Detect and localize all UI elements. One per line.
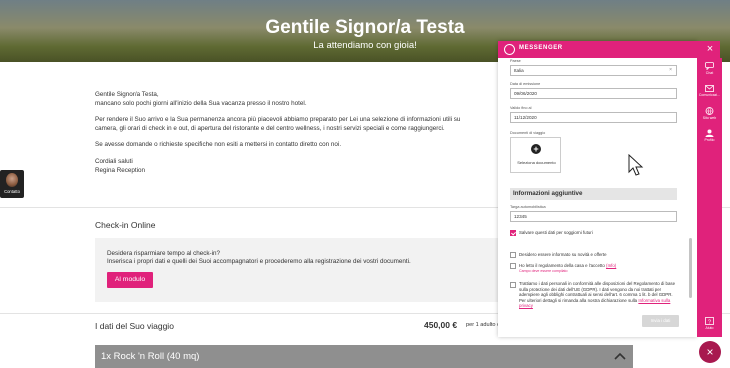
room-label: 1x Rock 'n Roll (40 mq) <box>101 351 200 362</box>
trip-per-person: per 1 adulto d <box>466 322 501 328</box>
gdpr-text: Trattiamo i dati personali in conformità… <box>519 281 679 309</box>
scrollbar[interactable] <box>689 238 692 298</box>
checkin-instruction: Inserisca i propri dati e quelli dei Suo… <box>107 258 411 265</box>
avatar-name: Contatto <box>4 189 20 194</box>
checkin-question: Desidera risparmiare tempo al check-in? <box>107 250 221 257</box>
checkin-form: Paese Italia × Data di emissione 09/06/2… <box>498 58 697 337</box>
mouse-cursor-icon <box>628 154 644 176</box>
messenger-panel: MESSENGER × Paese Italia × Data di emiss… <box>498 41 720 337</box>
save-data-label: Salvare questi dati per soggiorni futuri <box>519 230 593 235</box>
rail-label: Sito web <box>702 116 717 120</box>
country-value: Italia <box>514 68 524 73</box>
contact-avatar[interactable]: Contatto <box>0 170 24 198</box>
room-accordion[interactable]: 1x Rock 'n Roll (40 mq) <box>95 345 633 368</box>
rail-item-help[interactable]: ? Aiuto <box>697 317 722 330</box>
clear-icon[interactable]: × <box>669 66 672 75</box>
house-rules-label: Ho letto il regolamento della casa e l'a… <box>519 263 605 268</box>
issue-date-field[interactable]: 09/06/2020 <box>510 88 677 99</box>
profile-icon <box>705 129 714 137</box>
close-icon[interactable]: × <box>704 43 716 55</box>
rail-label: Comunicazi... <box>698 93 721 97</box>
rail-item-website[interactable]: Sito web <box>697 107 722 120</box>
documents-label: Documenti di viaggio <box>510 131 546 135</box>
plate-label: Targa automobilistica <box>510 205 546 209</box>
valid-until-field[interactable]: 11/12/2020 <box>510 112 677 123</box>
house-rules-info-link[interactable]: (Info) <box>606 263 616 268</box>
rail-item-profile[interactable]: Profilo <box>697 129 722 142</box>
save-data-checkbox[interactable] <box>510 230 516 236</box>
send-data-button[interactable]: Invia i dati <box>642 315 679 327</box>
house-rules-checkbox[interactable] <box>510 263 516 269</box>
letter-signature: Regina Reception <box>95 166 146 174</box>
chevron-up-icon <box>614 352 626 360</box>
rail-label: Chat <box>705 71 714 75</box>
gdpr-checkbox[interactable] <box>510 282 516 288</box>
hero-title: Gentile Signor/a Testa <box>265 17 465 38</box>
newsletter-label: Desidero essere informato su novità e of… <box>519 252 607 257</box>
required-error: Campo deve essere compilato <box>519 268 568 273</box>
help-icon: ? <box>705 317 714 325</box>
mail-icon <box>705 85 714 92</box>
country-label: Paese <box>510 59 521 63</box>
checkin-form-button[interactable]: Al modulo <box>107 272 153 288</box>
issue-date-label: Data di emissione <box>510 82 541 86</box>
messenger-title: MESSENGER <box>519 45 563 51</box>
additional-info-heading: Informazioni aggiuntive <box>510 188 677 200</box>
country-select[interactable]: Italia × <box>510 65 677 76</box>
messenger-rail: Chat Comunicazi... Sito web Profilo ? Ai… <box>697 58 722 337</box>
letter-line: camera, gli orari di check in e out, di … <box>95 124 445 132</box>
newsletter-checkbox[interactable] <box>510 252 516 258</box>
avatar <box>6 173 18 187</box>
plus-icon: + <box>531 144 541 154</box>
plate-field[interactable]: 12345 <box>510 211 677 222</box>
house-rules-text: Ho letto il regolamento della casa e l'a… <box>519 263 616 274</box>
checkin-box: Desidera risparmiare tempo al check-in? … <box>95 238 515 302</box>
letter-closing: Cordiali saluti <box>95 157 133 165</box>
messenger-logo-icon <box>504 44 515 55</box>
rail-item-chat[interactable]: Chat <box>697 62 722 75</box>
messenger-toggle-button[interactable]: × <box>699 341 721 363</box>
welcome-letter: Gentile Signor/a Testa, mancano solo poc… <box>95 91 515 183</box>
upload-document-button[interactable]: + Seleziona documento <box>510 137 561 173</box>
rail-item-communications[interactable]: Comunicazi... <box>697 84 722 97</box>
close-icon: × <box>706 345 714 359</box>
letter-line: Se avesse domande o richieste specifiche… <box>95 141 342 149</box>
messenger-header: MESSENGER × <box>498 41 720 58</box>
svg-text:?: ? <box>708 319 711 325</box>
globe-icon <box>705 107 714 115</box>
letter-line: Per rendere il Suo arrivo e la Sua perma… <box>95 116 461 124</box>
valid-until-label: Valido fino al <box>510 106 532 110</box>
rail-label: Profilo <box>704 138 715 142</box>
upload-label: Seleziona documento <box>517 160 556 165</box>
letter-line: mancano solo pochi giorni all'inizio del… <box>95 99 307 107</box>
chat-icon <box>705 62 714 70</box>
checkin-title: Check-in Online <box>95 220 156 230</box>
rail-label: Aiuto <box>705 326 714 330</box>
letter-greeting: Gentile Signor/a Testa, <box>95 91 159 98</box>
trip-price: 450,00 € <box>424 320 458 330</box>
trip-title: I dati del Suo viaggio <box>95 321 174 331</box>
